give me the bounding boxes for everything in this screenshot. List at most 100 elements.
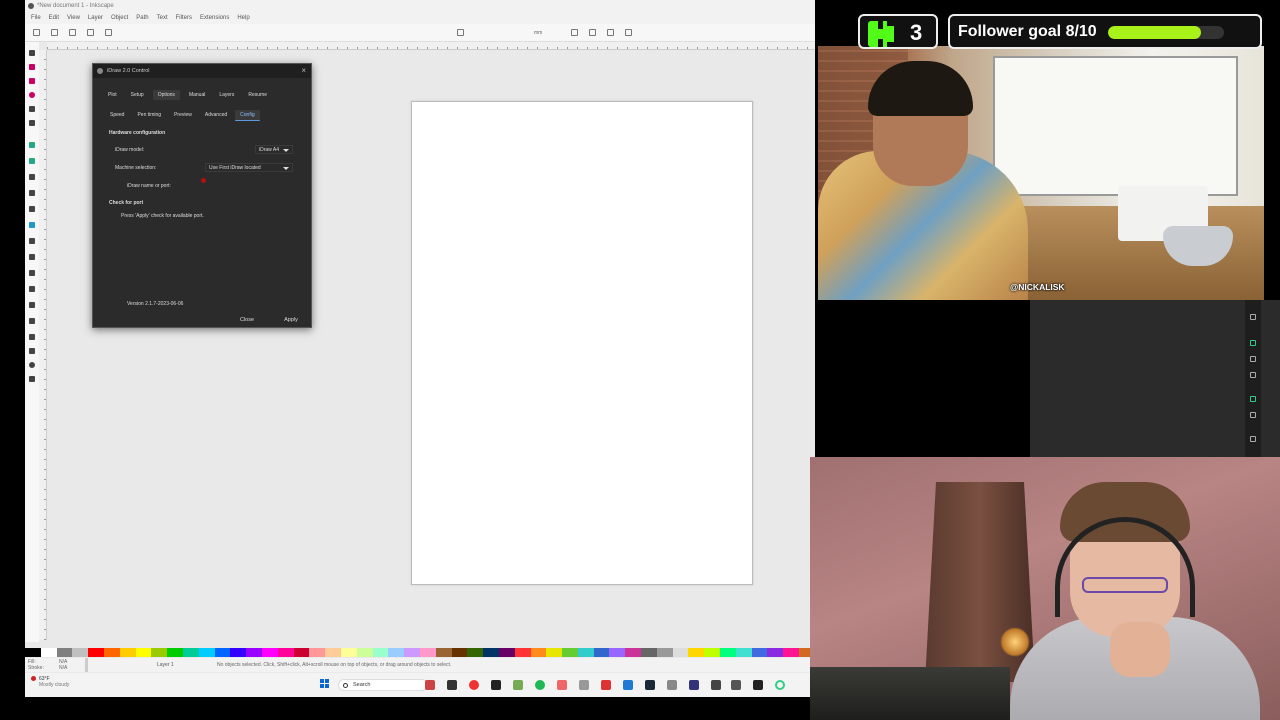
tab-setup[interactable]: Setup: [126, 90, 149, 100]
snap-page-icon[interactable]: [607, 29, 614, 36]
menu-object[interactable]: Object: [111, 12, 128, 24]
palette-swatch[interactable]: [198, 648, 215, 657]
objects-icon[interactable]: [1250, 340, 1256, 346]
dialog-close-icon[interactable]: ×: [301, 64, 306, 78]
palette-swatch[interactable]: [625, 648, 642, 657]
subtab-advanced[interactable]: Advanced: [200, 110, 232, 121]
obs-icon[interactable]: [753, 680, 763, 690]
palette-swatch[interactable]: [767, 648, 784, 657]
palette-swatch[interactable]: [720, 648, 736, 657]
palette-swatch[interactable]: [451, 648, 468, 657]
palette-swatch[interactable]: [88, 648, 104, 657]
palette-swatch[interactable]: [467, 648, 484, 657]
gradient-tool-icon[interactable]: [29, 222, 35, 228]
palette-swatch[interactable]: [704, 648, 721, 657]
dropper-tool-icon[interactable]: [29, 254, 35, 260]
tab-layers[interactable]: Layers: [214, 90, 239, 100]
palette-swatch[interactable]: [356, 648, 373, 657]
snap-nodes-icon[interactable]: [589, 29, 596, 36]
palette-swatch[interactable]: [435, 648, 452, 657]
inkscape-taskbar-icon[interactable]: [711, 680, 721, 690]
mesh-tool-icon[interactable]: [29, 238, 35, 244]
star-tool-icon[interactable]: [29, 106, 35, 112]
palette-swatch[interactable]: [340, 648, 357, 657]
align-icon[interactable]: [1250, 372, 1256, 378]
settings-icon[interactable]: [579, 680, 589, 690]
pencil-tool-icon[interactable]: [29, 158, 35, 164]
menu-file[interactable]: File: [31, 12, 41, 24]
sync-icon[interactable]: [775, 680, 785, 690]
palette-swatch[interactable]: [514, 648, 531, 657]
symbols-icon[interactable]: [1250, 396, 1256, 402]
rotate-cw-icon[interactable]: [105, 29, 112, 36]
palette-swatch[interactable]: [641, 648, 657, 657]
tab-manual[interactable]: Manual: [184, 90, 210, 100]
palette-swatch[interactable]: [135, 648, 152, 657]
palette-swatch[interactable]: [72, 648, 89, 657]
palette-swatch[interactable]: [151, 648, 168, 657]
calculator-icon[interactable]: [667, 680, 677, 690]
snap-grid-icon[interactable]: [625, 29, 632, 36]
select-same-icon[interactable]: [51, 29, 58, 36]
subtab-speed[interactable]: Speed: [105, 110, 129, 121]
weather-widget[interactable]: 63°F Mostly cloudy: [31, 676, 69, 688]
app2-icon[interactable]: [689, 680, 699, 690]
subtab-pen-timing[interactable]: Pen timing: [132, 110, 166, 121]
menu-extensions[interactable]: Extensions: [200, 12, 229, 24]
steam-icon[interactable]: [645, 680, 655, 690]
palette-swatch[interactable]: [735, 648, 752, 657]
palette-swatch[interactable]: [40, 648, 57, 657]
xml-editor-icon[interactable]: [1250, 436, 1256, 442]
palette-swatch[interactable]: [309, 648, 326, 657]
rotate-ccw-icon[interactable]: [87, 29, 94, 36]
palette-swatch[interactable]: [783, 648, 800, 657]
palette-swatch[interactable]: [609, 648, 626, 657]
palette-swatch[interactable]: [388, 648, 405, 657]
connector-tool-icon[interactable]: [29, 334, 35, 340]
chrome-icon[interactable]: [469, 680, 479, 690]
palette-swatch[interactable]: [751, 648, 768, 657]
palette-swatch[interactable]: [419, 648, 436, 657]
pages-tool-icon[interactable]: [29, 376, 35, 382]
layers-icon[interactable]: [1250, 356, 1256, 362]
start-button[interactable]: [320, 679, 330, 689]
circle-tool-icon[interactable]: [29, 92, 35, 98]
palette-swatch[interactable]: [230, 648, 247, 657]
node-tool-icon[interactable]: [29, 64, 35, 70]
palette-swatch[interactable]: [672, 648, 689, 657]
units-select[interactable]: mm: [534, 30, 542, 36]
taskbar-search[interactable]: Search: [338, 679, 428, 691]
palette-swatch[interactable]: [562, 648, 578, 657]
palette-swatch[interactable]: [119, 648, 136, 657]
palette-swatch[interactable]: [372, 648, 389, 657]
machine-select[interactable]: Use First iDraw located: [205, 163, 293, 172]
lock-icon[interactable]: [457, 29, 464, 36]
app3-icon[interactable]: [731, 680, 741, 690]
file-explorer-icon[interactable]: [447, 680, 457, 690]
menu-text[interactable]: Text: [157, 12, 168, 24]
palette-swatch[interactable]: [246, 648, 262, 657]
subtab-config[interactable]: Config: [235, 110, 260, 121]
subtab-preview[interactable]: Preview: [169, 110, 197, 121]
selector-tool-icon[interactable]: [29, 50, 35, 56]
zoom-tool-icon[interactable]: [29, 362, 35, 368]
palette-swatch[interactable]: [261, 648, 278, 657]
palette-swatch[interactable]: [498, 648, 515, 657]
close-button[interactable]: Close: [233, 315, 261, 326]
terminal-icon[interactable]: [491, 680, 501, 690]
palette-swatch[interactable]: [577, 648, 594, 657]
menu-view[interactable]: View: [67, 12, 80, 24]
select-all-icon[interactable]: [33, 29, 40, 36]
menu-filters[interactable]: Filters: [176, 12, 192, 24]
palette-swatch[interactable]: [530, 648, 547, 657]
paint-bucket-tool-icon[interactable]: [29, 270, 35, 276]
menu-path[interactable]: Path: [136, 12, 148, 24]
tab-options[interactable]: Options: [152, 90, 180, 100]
palette-swatch[interactable]: [483, 648, 499, 657]
palette-swatch[interactable]: [656, 648, 673, 657]
current-layer[interactable]: Layer 1: [157, 658, 174, 672]
calligraphy-tool-icon[interactable]: [29, 190, 35, 196]
text-tool-icon[interactable]: [29, 206, 35, 212]
3dbox-tool-icon[interactable]: [29, 120, 35, 126]
menu-layer[interactable]: Layer: [88, 12, 103, 24]
